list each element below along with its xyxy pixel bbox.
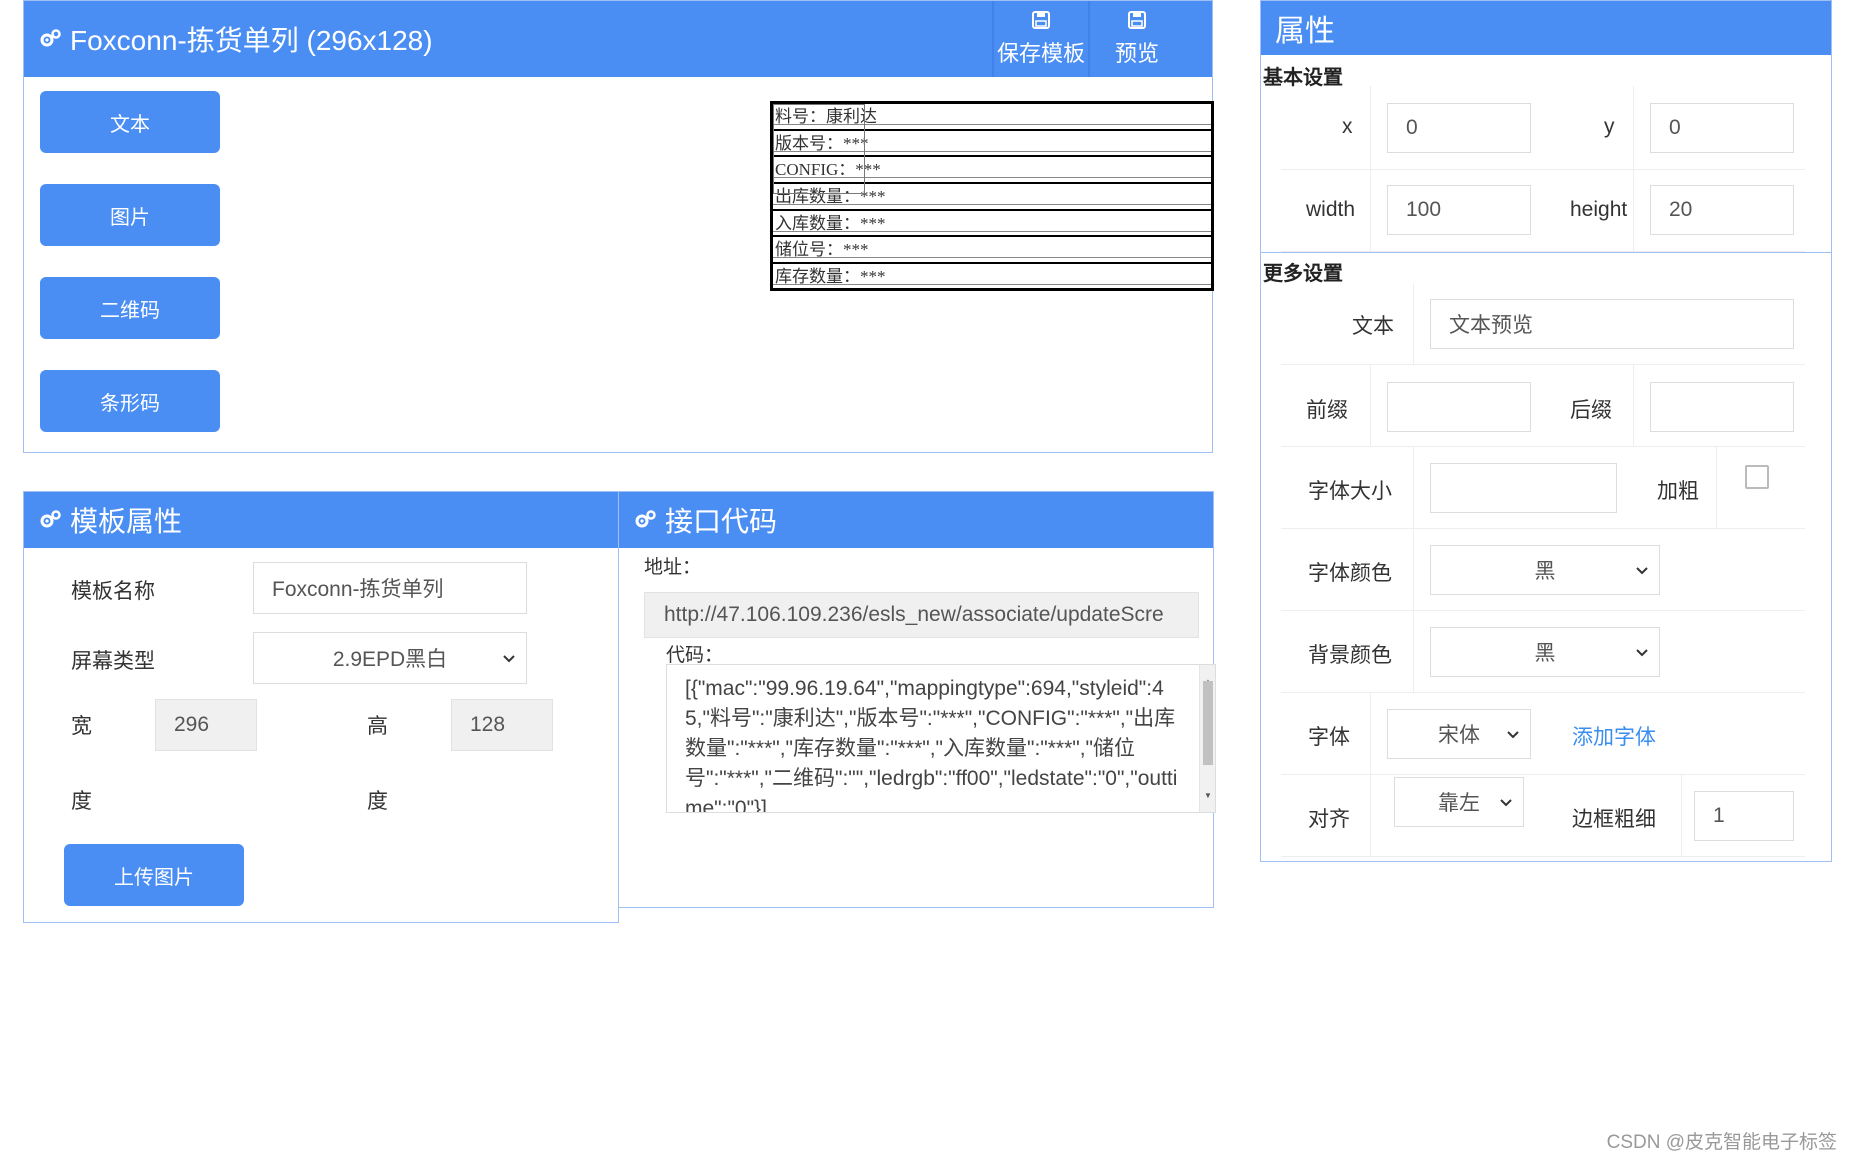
font-size-input[interactable] (1430, 463, 1617, 513)
align-select[interactable]: 靠左 (1394, 777, 1524, 827)
x-label: x (1342, 115, 1353, 138)
api-code-header: 接口代码 (619, 492, 1213, 548)
x-input[interactable]: 0 (1387, 103, 1531, 153)
prefix-input[interactable] (1387, 382, 1531, 432)
scroll-down-icon[interactable]: ▼ (1204, 781, 1212, 811)
width-unit-label: 度 (71, 790, 92, 813)
save-icon (1032, 11, 1050, 29)
font-label: 字体 (1308, 726, 1350, 749)
scroll-thumb[interactable] (1203, 681, 1213, 765)
height-label: height (1570, 198, 1628, 221)
label-row[interactable]: 出库数量：*** (773, 184, 1211, 211)
template-props-panel: 模板属性 模板名称 Foxconn-拣货单列 屏幕类型 2.9EPD黑白 宽 2… (23, 491, 619, 923)
label-row[interactable]: 库存数量：*** (773, 264, 1211, 291)
bold-label: 加粗 (1657, 480, 1699, 503)
text-input[interactable]: 文本预览 (1430, 299, 1794, 349)
bold-checkbox[interactable] (1745, 465, 1769, 489)
font-size-label: 字体大小 (1308, 480, 1392, 503)
gears-icon (633, 507, 659, 533)
prefix-label: 前缀 (1306, 399, 1348, 422)
save-template-button[interactable]: 保存模板 (992, 1, 1088, 77)
height-input[interactable]: 20 (1650, 185, 1794, 235)
font-value: 宋体 (1438, 724, 1480, 747)
template-props-header: 模板属性 (24, 492, 618, 548)
tool-qrcode-button[interactable]: 二维码 (40, 277, 220, 339)
preview-label: 预览 (1114, 41, 1159, 66)
label-row[interactable]: CONFIG：*** (773, 157, 1211, 185)
chevron-down-icon (1507, 731, 1519, 739)
tool-text-button[interactable]: 文本 (40, 91, 220, 153)
label-canvas[interactable]: 料号：康利达 版本号：*** CONFIG：*** 出库数量：*** 入库数量：… (770, 101, 1214, 291)
preview-button[interactable]: 预览 (1088, 1, 1184, 77)
bg-color-select[interactable]: 黑 (1430, 627, 1660, 677)
more-settings-title: 更多设置 (1263, 263, 1343, 285)
designer-header: Foxconn-拣货单列 (296x128) 保存模板 预览 (24, 1, 1212, 77)
label-row[interactable]: 储位号：*** (773, 237, 1211, 265)
width-field: 296 (155, 699, 257, 751)
bg-color-value: 黑 (1534, 642, 1556, 665)
height-field: 128 (451, 699, 553, 751)
save-icon (1128, 11, 1146, 29)
width-label: 宽 (71, 715, 92, 738)
screen-type-select[interactable]: 2.9EPD黑白 (253, 632, 527, 684)
bg-color-label: 背景颜色 (1308, 644, 1392, 667)
align-value: 靠左 (1438, 792, 1480, 815)
align-label: 对齐 (1308, 808, 1350, 831)
width-label: width (1306, 198, 1356, 221)
designer-panel: Foxconn-拣货单列 (296x128) 保存模板 预览 文本 图片 二维码… (23, 0, 1214, 453)
designer-title: Foxconn-拣货单列 (296x128) (70, 25, 433, 56)
border-width-input[interactable]: 1 (1694, 791, 1794, 841)
screen-type-label: 屏幕类型 (71, 650, 155, 673)
upload-image-button[interactable]: 上传图片 (64, 844, 244, 906)
height-label: 高 (367, 715, 388, 738)
properties-title: 属性 (1275, 15, 1335, 48)
template-name-label: 模板名称 (71, 580, 155, 603)
font-row (1281, 693, 1805, 775)
template-name-input[interactable]: Foxconn-拣货单列 (253, 562, 527, 614)
add-font-link[interactable]: 添加字体 (1572, 721, 1656, 751)
width-input[interactable]: 100 (1387, 185, 1531, 235)
height-unit-label: 度 (367, 790, 388, 813)
label-row[interactable]: 料号：康利达 (773, 104, 1211, 131)
font-color-value: 黑 (1534, 560, 1556, 583)
properties-header: 属性 (1261, 1, 1831, 55)
chevron-down-icon (1636, 649, 1648, 657)
code-scrollbar[interactable]: ▲ ▼ (1199, 665, 1215, 812)
code-label: 代码： (666, 645, 724, 666)
label-row[interactable]: 版本号：*** (773, 131, 1211, 158)
y-input[interactable]: 0 (1650, 103, 1794, 153)
chevron-down-icon (503, 655, 515, 663)
save-template-label: 保存模板 (996, 41, 1085, 66)
section-divider (1261, 252, 1831, 253)
suffix-label: 后缀 (1570, 399, 1612, 422)
chevron-down-icon (1500, 799, 1512, 807)
font-select[interactable]: 宋体 (1387, 709, 1531, 759)
api-code-panel: 接口代码 地址： http://47.106.109.236/esls_new/… (618, 491, 1216, 908)
properties-panel: 属性 基本设置 x 0 y 0 width 100 height 20 更多设置… (1260, 0, 1832, 862)
font-color-label: 字体颜色 (1308, 562, 1392, 585)
label-row[interactable]: 入库数量：*** (773, 211, 1211, 238)
watermark: CSDN @皮克智能电子标签 (1606, 1132, 1837, 1153)
gears-icon (38, 26, 64, 52)
chevron-down-icon (1636, 567, 1648, 575)
suffix-input[interactable] (1650, 382, 1794, 432)
font-color-select[interactable]: 黑 (1430, 545, 1660, 595)
address-field[interactable]: http://47.106.109.236/esls_new/associate… (644, 592, 1199, 638)
text-label: 文本 (1352, 315, 1394, 338)
screen-type-value: 2.9EPD黑白 (332, 648, 448, 671)
code-text: [{"mac":"99.96.19.64","mappingtype":694,… (685, 677, 1178, 813)
tool-barcode-button[interactable]: 条形码 (40, 370, 220, 432)
code-textarea[interactable]: [{"mac":"99.96.19.64","mappingtype":694,… (666, 664, 1216, 813)
api-code-title: 接口代码 (665, 506, 778, 537)
template-props-title: 模板属性 (70, 506, 183, 537)
border-width-label: 边框粗细 (1572, 808, 1656, 831)
gears-icon (38, 507, 64, 533)
tool-image-button[interactable]: 图片 (40, 184, 220, 246)
address-label: 地址： (644, 557, 702, 578)
y-label: y (1604, 115, 1615, 138)
